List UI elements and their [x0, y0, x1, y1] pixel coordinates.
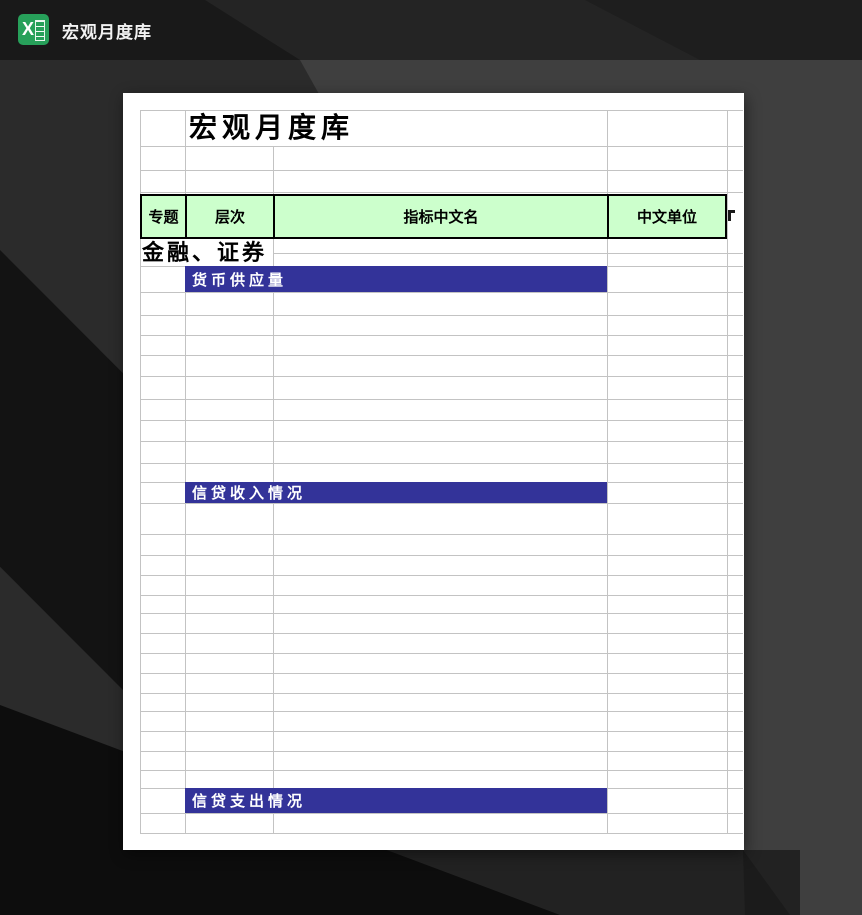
excel-icon: X [18, 14, 49, 45]
header-cell-indicator: 指标中文名 [275, 196, 609, 237]
excel-icon-sheet [35, 20, 45, 41]
section-label: 金融、证券 [142, 239, 267, 266]
screenshot-root: X 宏观月度库 宏观月度库 专题 层次 指标中文名 中文单位 金融、证券 货币供… [0, 0, 862, 915]
background-dark-chevron [0, 250, 123, 690]
banner-money-supply: 货币供应量 [185, 266, 607, 292]
header-cell-level: 层次 [187, 196, 275, 237]
table-header-row: 专题 层次 指标中文名 中文单位 [140, 194, 727, 239]
background-bottom-band [0, 850, 800, 915]
banner-credit-income: 信贷收入情况 [185, 482, 607, 503]
header-cell-unit: 中文单位 [609, 196, 725, 237]
page-corner-shadow [700, 850, 800, 915]
spreadsheet-page: 宏观月度库 专题 层次 指标中文名 中文单位 金融、证券 货币供应量 信贷收入情… [123, 93, 744, 850]
header-cell-topic: 专题 [142, 196, 187, 237]
titlebar: X 宏观月度库 [0, 0, 862, 60]
clipped-next-column-border [728, 210, 731, 221]
sheet-title: 宏观月度库 [189, 111, 354, 146]
excel-icon-x: X [22, 19, 34, 40]
titlebar-title: 宏观月度库 [62, 0, 152, 60]
banner-credit-outgo: 信贷支出情况 [185, 788, 607, 813]
